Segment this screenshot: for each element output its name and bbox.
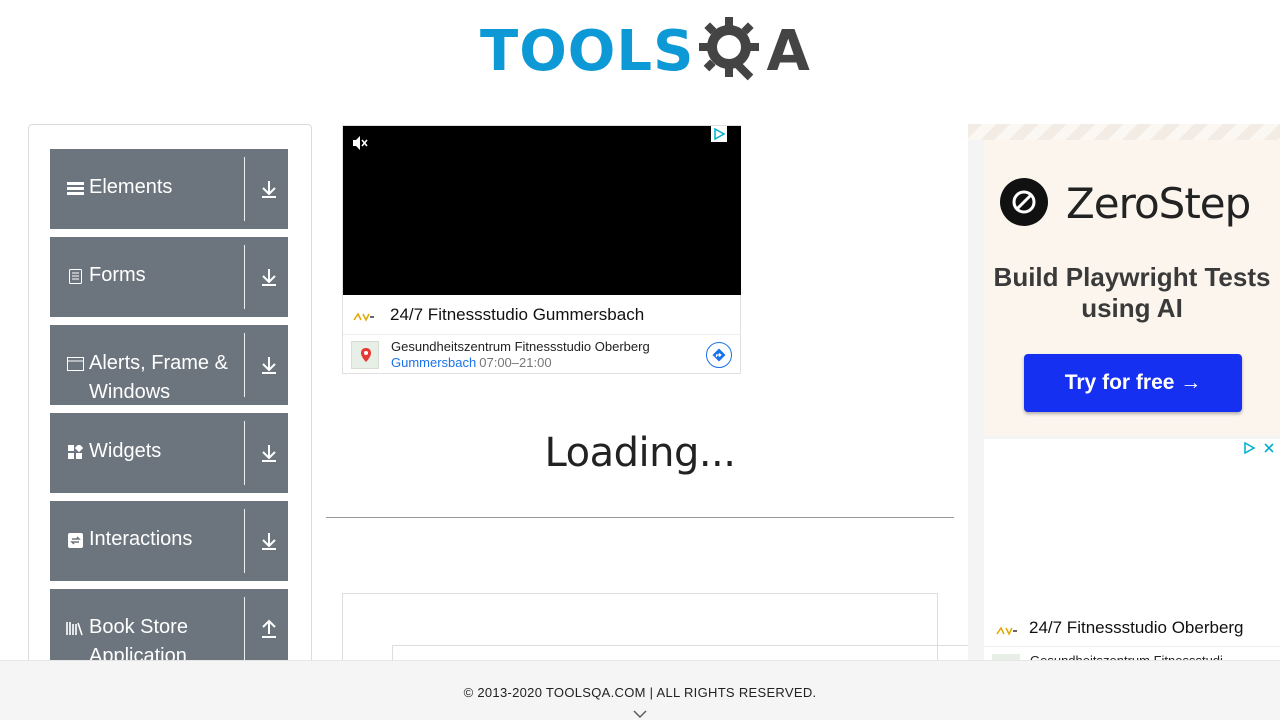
sidebar-group-label: Forms — [89, 264, 146, 286]
sidebar-group-widgets[interactable]: Widgets — [50, 413, 288, 493]
books-icon — [66, 619, 84, 637]
ad-headline: 24/7 Fitnessstudio Oberberg — [1029, 618, 1244, 637]
mute-icon[interactable] — [351, 134, 369, 152]
sidebar-group-label: Book Store Application — [89, 616, 188, 661]
divider — [244, 509, 245, 573]
window-icon — [66, 355, 84, 373]
divider — [244, 421, 245, 485]
sidebar-group-forms[interactable]: Forms — [50, 237, 288, 317]
sidebar-group-label: Elements — [89, 176, 173, 198]
ad-headline-row[interactable]: 24/7 Fitnessstudio Oberberg — [984, 609, 1280, 647]
divider — [244, 597, 245, 661]
document-icon — [66, 267, 84, 285]
ad-business-name: Gesundheitszentrum Fitnessstudio Oberber… — [391, 339, 650, 354]
download-icon[interactable] — [258, 353, 280, 377]
try-for-free-button[interactable]: Try for free → — [1024, 354, 1242, 412]
directions-icon[interactable] — [706, 342, 732, 368]
sidebar: Elements Forms Alerts, Frame & Windows W… — [28, 124, 312, 684]
map-thumbnail — [351, 341, 379, 369]
ad-headline-row[interactable]: 24/7 Fitnessstudio Gummersbach — [343, 295, 741, 335]
zerostep-ad[interactable]: ZeroStep Build Playwright Tests using AI… — [984, 140, 1280, 436]
ad-banner-right[interactable]: ZeroStep Build Playwright Tests using AI… — [968, 124, 1280, 669]
toolsqa-logo[interactable]: TOOLS A — [480, 12, 810, 92]
logo-accent: A — [766, 19, 810, 84]
divider — [244, 157, 245, 221]
chevron-down-icon[interactable] — [633, 706, 647, 718]
adchoices-icon[interactable] — [1242, 441, 1256, 460]
ad-hours: 07:00–21:00 — [479, 355, 552, 370]
ad-video[interactable] — [343, 126, 741, 295]
gear-magnifier-icon — [698, 13, 764, 92]
advertiser-logo — [996, 623, 1018, 636]
sidebar-group-elements[interactable]: Elements — [50, 149, 288, 229]
sidebar-group-book-store-application[interactable]: Book Store Application — [50, 589, 288, 661]
divider — [244, 333, 245, 397]
sidebar-group-label: Interactions — [89, 528, 193, 550]
ad-pattern — [968, 124, 1280, 140]
advertiser-logo — [353, 309, 375, 322]
sidebar-group-interactions[interactable]: Interactions — [50, 501, 288, 581]
ad-city: Gummersbach — [391, 355, 477, 370]
fitness-ad[interactable]: 24/7 Fitnessstudio Oberberg Gesundheitsz… — [984, 439, 1280, 669]
zerostep-logo-icon — [1000, 178, 1048, 226]
ad-location: Gummersbach 07:00–21:00 — [391, 355, 552, 370]
loading-text: Loading... — [544, 430, 736, 476]
upload-icon[interactable] — [258, 617, 280, 641]
download-icon[interactable] — [258, 441, 280, 465]
menu-icon — [66, 179, 84, 197]
logo-text: TOOLS — [480, 19, 695, 84]
sidebar-group-label: Widgets — [89, 440, 162, 462]
divider — [244, 245, 245, 309]
zerostep-brand: ZeroStep — [1066, 179, 1251, 228]
ad-location-row[interactable]: Gesundheitszentrum Fitnessstudio Oberber… — [343, 336, 741, 374]
sidebar-group-label: Alerts, Frame & Windows — [89, 352, 228, 403]
download-icon[interactable] — [258, 177, 280, 201]
interactions-icon — [66, 531, 84, 549]
download-icon[interactable] — [258, 265, 280, 289]
divider — [326, 517, 954, 518]
ad-banner-center[interactable]: 24/7 Fitnessstudio Gummersbach Gesundhei… — [342, 125, 741, 374]
adchoices-icon[interactable] — [711, 126, 727, 142]
zerostep-tagline: Build Playwright Tests using AI — [993, 262, 1271, 323]
download-icon[interactable] — [258, 529, 280, 553]
sidebar-group-alerts-frame-windows[interactable]: Alerts, Frame & Windows — [50, 325, 288, 405]
footer: © 2013-2020 TOOLSQA.COM | ALL RIGHTS RES… — [0, 660, 1280, 720]
widgets-icon — [66, 443, 84, 461]
copyright-text: © 2013-2020 TOOLSQA.COM | ALL RIGHTS RES… — [463, 685, 817, 700]
close-icon[interactable] — [1262, 441, 1276, 460]
page: TOOLS A Elements Forms Alerts, Frame & W… — [0, 0, 1280, 720]
ad-headline: 24/7 Fitnessstudio Gummersbach — [390, 305, 645, 324]
ad-controls — [1242, 441, 1276, 460]
